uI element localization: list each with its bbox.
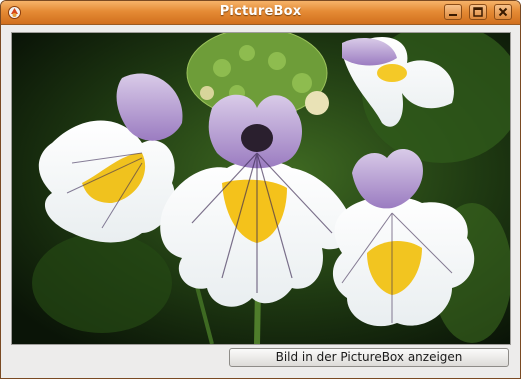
window-title: PictureBox: [219, 4, 302, 19]
client-area: Bild in der PictureBox anzeigen: [1, 25, 520, 378]
close-icon: [498, 7, 508, 17]
close-button[interactable]: [494, 4, 512, 20]
flower-photo: [12, 33, 510, 344]
minimize-button[interactable]: [444, 4, 462, 20]
show-image-button[interactable]: Bild in der PictureBox anzeigen: [229, 348, 509, 367]
picture-box[interactable]: [11, 32, 511, 345]
maximize-button[interactable]: [469, 4, 487, 20]
title-bar[interactable]: PictureBox: [1, 1, 520, 25]
maximize-icon: [473, 7, 483, 17]
minimize-icon: [449, 14, 457, 16]
main-window: PictureBox Bild in der PictureBox anzeig…: [0, 0, 521, 379]
